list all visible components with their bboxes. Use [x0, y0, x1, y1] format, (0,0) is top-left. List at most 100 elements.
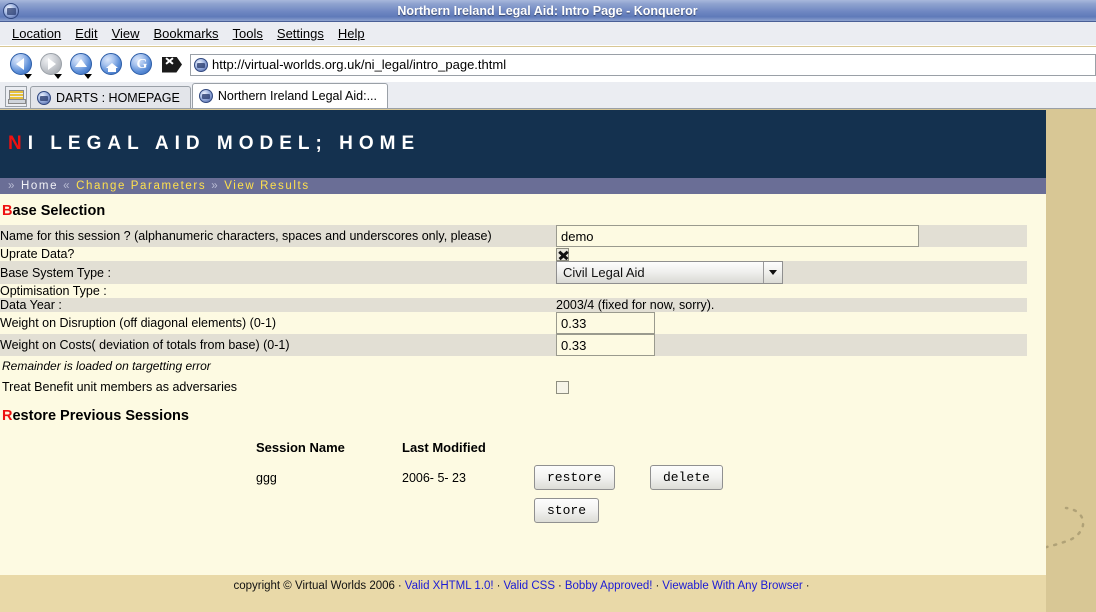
session-name-input[interactable] [556, 225, 919, 247]
footer-sep-1: · [494, 580, 504, 592]
menu-item-location[interactable]: Location [5, 24, 68, 43]
store-row-spacer-3 [402, 494, 534, 527]
window-title: Northern Ireland Legal Aid: Intro Page -… [19, 4, 1096, 18]
menu-item-edit-label: Edit [75, 26, 97, 41]
field-value-data-year: 2003/4 (fixed for now, sorry). [556, 298, 1027, 312]
table-row: store [0, 494, 723, 527]
forward-button[interactable] [40, 53, 64, 77]
footer-sep-2: · [555, 580, 565, 592]
field-value-weight-disruption [556, 312, 1027, 334]
tab-darts-homepage[interactable]: DARTS : HOMEPAGE [30, 86, 191, 108]
back-icon [16, 58, 24, 70]
page-title: NI LEGAL AID MODEL; HOME [8, 133, 420, 155]
store-row-spacer-2 [256, 494, 402, 527]
session-name-link[interactable]: ggg [256, 471, 277, 485]
back-history-caret-icon[interactable] [24, 74, 32, 79]
site-banner: NI LEGAL AID MODEL; HOME [0, 110, 1046, 178]
field-value-session-name [556, 225, 1027, 247]
footer-link-valid-css[interactable]: Valid CSS [503, 580, 555, 592]
field-label-optimisation-type: Optimisation Type : [0, 284, 556, 298]
field-value-base-system-type: Civil Legal Aid [556, 261, 1027, 284]
session-modified-cell: 2006- 5- 23 [402, 461, 534, 494]
field-value-optimisation-type [556, 284, 1027, 298]
table-row: Weight on Costs( deviation of totals fro… [0, 334, 1027, 356]
adversaries-checkbox[interactable] [556, 381, 569, 394]
breadcrumb-sep-2: » [211, 180, 219, 192]
field-value-uprate-data [556, 247, 1027, 261]
footer-link-viewable-any-browser[interactable]: Viewable With Any Browser [662, 580, 802, 592]
store-cell: store [534, 494, 650, 527]
up-button[interactable] [70, 53, 94, 77]
restore-button[interactable]: restore [534, 465, 615, 490]
section-heading-restore-sessions: Restore Previous Sessions [0, 399, 1046, 430]
menu-item-settings[interactable]: Settings [270, 24, 331, 43]
breadcrumb-sep-1: « [63, 180, 71, 192]
menu-item-view[interactable]: View [105, 24, 147, 43]
section-heading-rest: estore Previous Sessions [12, 408, 189, 424]
weight-disruption-input[interactable] [556, 312, 655, 334]
field-label-uprate-data: Uprate Data? [0, 247, 556, 261]
up-history-caret-icon[interactable] [84, 74, 92, 79]
page-content: NI LEGAL AID MODEL; HOME » Home « Change… [0, 110, 1046, 575]
menu-bar: Location Edit View Bookmarks Tools Setti… [0, 22, 1096, 46]
menu-item-help-label: Help [338, 26, 365, 41]
page-body: Base Selection Name for this session ? (… [0, 194, 1046, 527]
field-label-adversaries: Treat Benefit unit members as adversarie… [0, 375, 556, 399]
breadcrumb-item-change-parameters[interactable]: Change Parameters [76, 180, 206, 192]
page-title-rest: I LEGAL AID MODEL; HOME [28, 133, 420, 154]
table-header-row: Session Name Last Modified [0, 436, 723, 461]
breadcrumb-item-view-results[interactable]: View Results [224, 180, 309, 192]
tab-bar: DARTS : HOMEPAGE Northern Ireland Legal … [0, 82, 1096, 109]
address-bar[interactable]: http://virtual-worlds.org.uk/ni_legal/in… [190, 54, 1096, 76]
table-row: Data Year : 2003/4 (fixed for now, sorry… [0, 298, 1027, 312]
table-row: Base System Type : Civil Legal Aid [0, 261, 1027, 284]
breadcrumb-sep-0: » [8, 180, 16, 192]
store-button[interactable]: store [534, 498, 599, 523]
stop-icon[interactable] [162, 57, 182, 73]
section-heading-initial: R [2, 408, 12, 424]
home-icon [106, 60, 118, 71]
back-button[interactable] [10, 53, 34, 77]
base-selection-table: Name for this session ? (alphanumeric ch… [0, 225, 1027, 356]
uprate-data-checkbox[interactable] [556, 248, 569, 261]
column-header-last-modified: Last Modified [402, 436, 534, 461]
store-row-spacer-4 [650, 494, 723, 527]
page-favicon-icon [194, 58, 208, 72]
footer-sep-3: · [652, 580, 662, 592]
menu-item-edit[interactable]: Edit [68, 24, 104, 43]
menu-item-location-label: Location [12, 26, 61, 41]
menu-item-view-label: View [112, 26, 140, 41]
footer-link-bobby-approved[interactable]: Bobby Approved! [565, 580, 653, 592]
table-row: Optimisation Type : [0, 284, 1027, 298]
weight-costs-input[interactable] [556, 334, 655, 356]
table-row: Treat Benefit unit members as adversarie… [0, 375, 1027, 399]
base-system-type-select[interactable]: Civil Legal Aid [556, 261, 783, 284]
field-label-session-name: Name for this session ? (alphanumeric ch… [0, 225, 556, 247]
tab-list-button[interactable] [5, 86, 27, 107]
chevron-down-icon[interactable] [763, 262, 782, 283]
home-button[interactable] [100, 53, 124, 77]
tab-ni-legal-aid[interactable]: Northern Ireland Legal Aid:... [192, 83, 388, 108]
menu-item-tools[interactable]: Tools [226, 24, 270, 43]
konqueror-icon [3, 3, 19, 19]
table-row: Name for this session ? (alphanumeric ch… [0, 225, 1027, 247]
delete-button[interactable]: delete [650, 465, 723, 490]
page-viewport: NI LEGAL AID MODEL; HOME » Home « Change… [0, 110, 1096, 612]
field-label-base-system-type: Base System Type : [0, 261, 556, 284]
tab-favicon-icon [199, 89, 213, 103]
tab-label: DARTS : HOMEPAGE [56, 91, 180, 105]
konqueror-window: Northern Ireland Legal Aid: Intro Page -… [0, 0, 1096, 612]
session-name-cell: ggg [256, 461, 402, 494]
menu-item-help[interactable]: Help [331, 24, 372, 43]
menu-item-bookmarks[interactable]: Bookmarks [147, 24, 226, 43]
forward-history-caret-icon[interactable] [54, 74, 62, 79]
session-restore-cell: restore [534, 461, 650, 494]
breadcrumb-item-home[interactable]: Home [21, 180, 58, 192]
field-value-weight-costs [556, 334, 1027, 356]
menu-item-bookmarks-label: Bookmarks [154, 26, 219, 41]
session-delete-cell: delete [650, 461, 723, 494]
footer-link-valid-xhtml[interactable]: Valid XHTML 1.0! [405, 580, 494, 592]
restore-sessions-table: Session Name Last Modified ggg 2006- 5- … [0, 436, 723, 527]
reload-button[interactable]: G [130, 53, 154, 77]
section-heading-initial: B [2, 203, 12, 219]
